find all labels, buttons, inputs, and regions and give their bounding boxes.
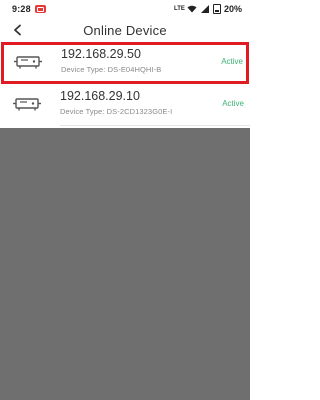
device-item-192-168-29-10[interactable]: 192.168.29.10 Device Type: DS-2CD1323G0E… bbox=[0, 84, 250, 126]
status-badge: Active bbox=[222, 99, 244, 108]
status-left: 9:28 bbox=[12, 4, 46, 14]
status-bar: 9:28 LTE 20% bbox=[0, 0, 250, 18]
battery-icon bbox=[212, 4, 221, 14]
app-header: Online Device bbox=[0, 18, 250, 42]
status-right: LTE 20% bbox=[174, 4, 242, 14]
signal-icon bbox=[200, 5, 209, 13]
divider bbox=[60, 125, 250, 126]
dim-overlay[interactable] bbox=[0, 128, 250, 400]
device-item-192-168-29-50[interactable]: 192.168.29.50 Device Type: DS-E04HQHI-B … bbox=[1, 42, 249, 84]
device-type: Device Type: DS-2CD1323G0E-I bbox=[60, 107, 173, 116]
wifi-icon bbox=[187, 5, 197, 13]
nvr-device-icon bbox=[14, 56, 42, 69]
device-ip: 192.168.29.50 bbox=[61, 47, 141, 61]
nvr-device-icon bbox=[13, 98, 41, 111]
status-time: 9:28 bbox=[12, 4, 31, 14]
device-list: 192.168.29.50 Device Type: DS-E04HQHI-B … bbox=[0, 42, 250, 126]
notification-icon bbox=[34, 5, 46, 13]
device-type: Device Type: DS-E04HQHI-B bbox=[61, 65, 162, 74]
device-ip: 192.168.29.10 bbox=[60, 89, 140, 103]
network-speed-text: LTE bbox=[173, 6, 185, 12]
page-title: Online Device bbox=[83, 23, 167, 38]
battery-level: 20% bbox=[223, 4, 242, 14]
status-badge: Active bbox=[221, 57, 243, 66]
